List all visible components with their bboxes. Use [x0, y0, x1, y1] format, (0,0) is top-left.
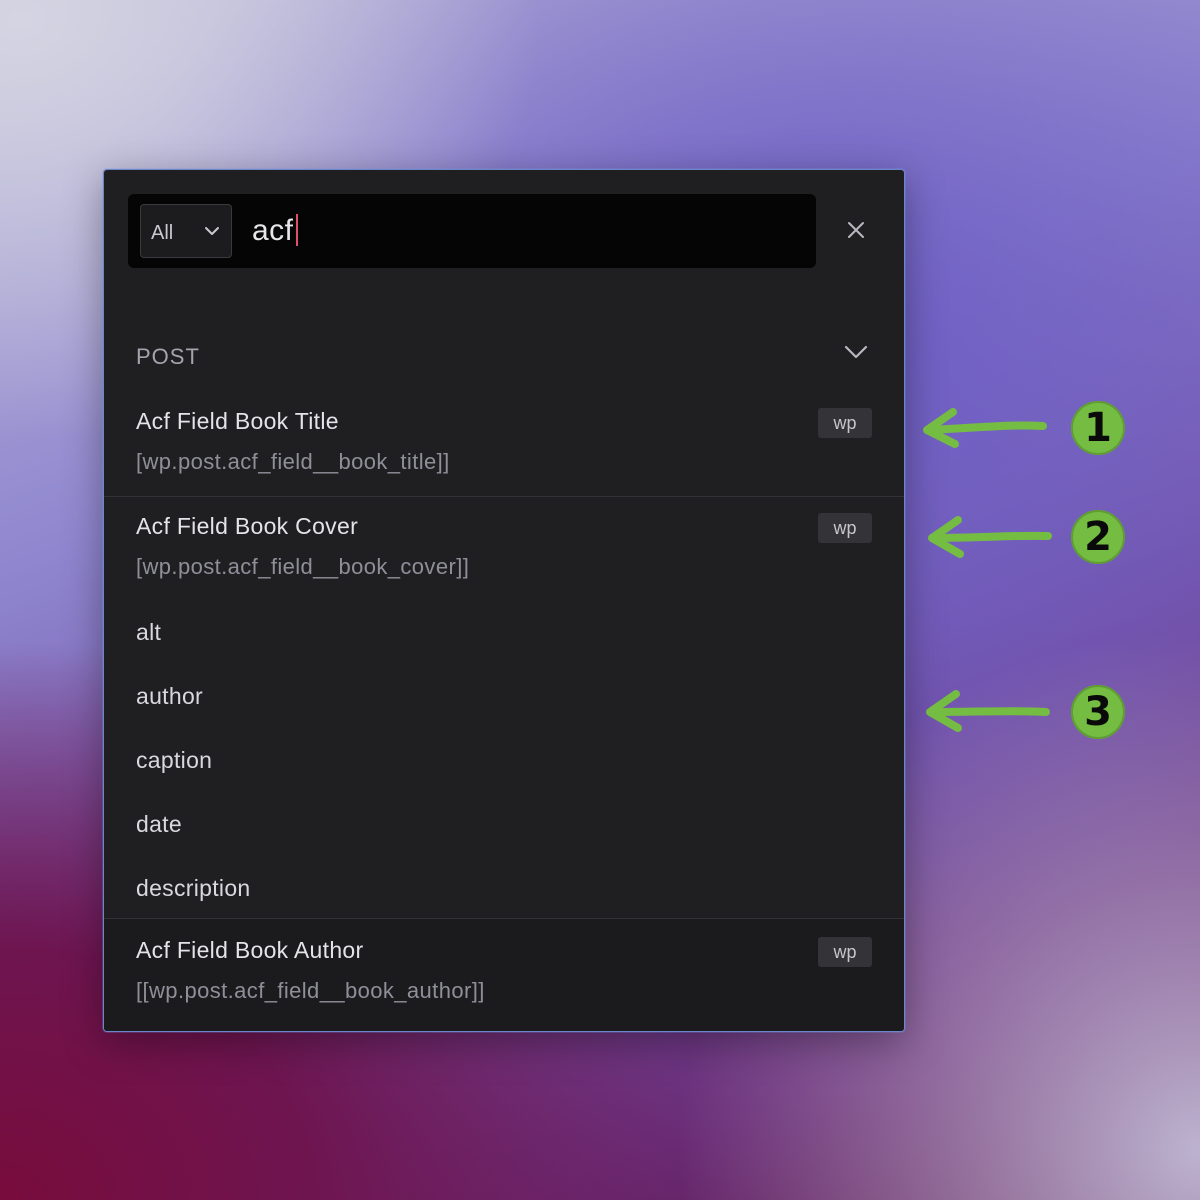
variable-picker-panel: All acf POST Acf Field Book Title wp [wp… [103, 169, 905, 1032]
sub-field-author[interactable]: author [136, 683, 203, 710]
result-title: Acf Field Book Title [136, 408, 339, 434]
annotation-badge-2: 2 [1071, 510, 1125, 564]
result-path: [wp.post.acf_field__book_title]] [136, 449, 450, 474]
annotation-badge-1: 1 [1071, 401, 1125, 455]
annotation-badge-3: 3 [1071, 685, 1125, 739]
search-query: acf [252, 214, 294, 247]
sub-field-alt[interactable]: alt [136, 619, 161, 646]
scope-select-value: All [151, 222, 174, 244]
sub-field-caption[interactable]: caption [136, 747, 212, 774]
result-title: Acf Field Book Cover [136, 513, 359, 539]
arrow-left-icon [926, 690, 1050, 732]
chevron-down-icon[interactable] [842, 342, 870, 362]
source-badge: wp [818, 513, 872, 543]
sub-field-description[interactable]: description [136, 875, 251, 902]
result-item-book-author[interactable]: Acf Field Book Author wp [[wp.post.acf_f… [104, 919, 904, 1031]
source-badge: wp [818, 408, 872, 438]
source-badge: wp [818, 937, 872, 967]
result-title: Acf Field Book Author [136, 937, 364, 963]
text-caret [295, 214, 298, 247]
search-bar: All acf [128, 194, 816, 268]
result-path: [wp.post.acf_field__book_cover]] [136, 554, 470, 579]
arrow-left-icon [923, 408, 1047, 448]
section-title: POST [136, 344, 200, 369]
chevron-down-icon [205, 227, 219, 235]
sub-field-date[interactable]: date [136, 811, 182, 838]
close-icon[interactable] [842, 216, 870, 244]
result-path: [[wp.post.acf_field__book_author]] [136, 978, 485, 1003]
result-item-book-title[interactable]: Acf Field Book Title wp [wp.post.acf_fie… [104, 392, 904, 496]
arrow-left-icon [928, 516, 1052, 558]
scope-select[interactable]: All [140, 204, 232, 258]
search-input[interactable]: acf [252, 204, 298, 258]
result-item-book-cover[interactable]: Acf Field Book Cover wp [wp.post.acf_fie… [104, 497, 904, 597]
